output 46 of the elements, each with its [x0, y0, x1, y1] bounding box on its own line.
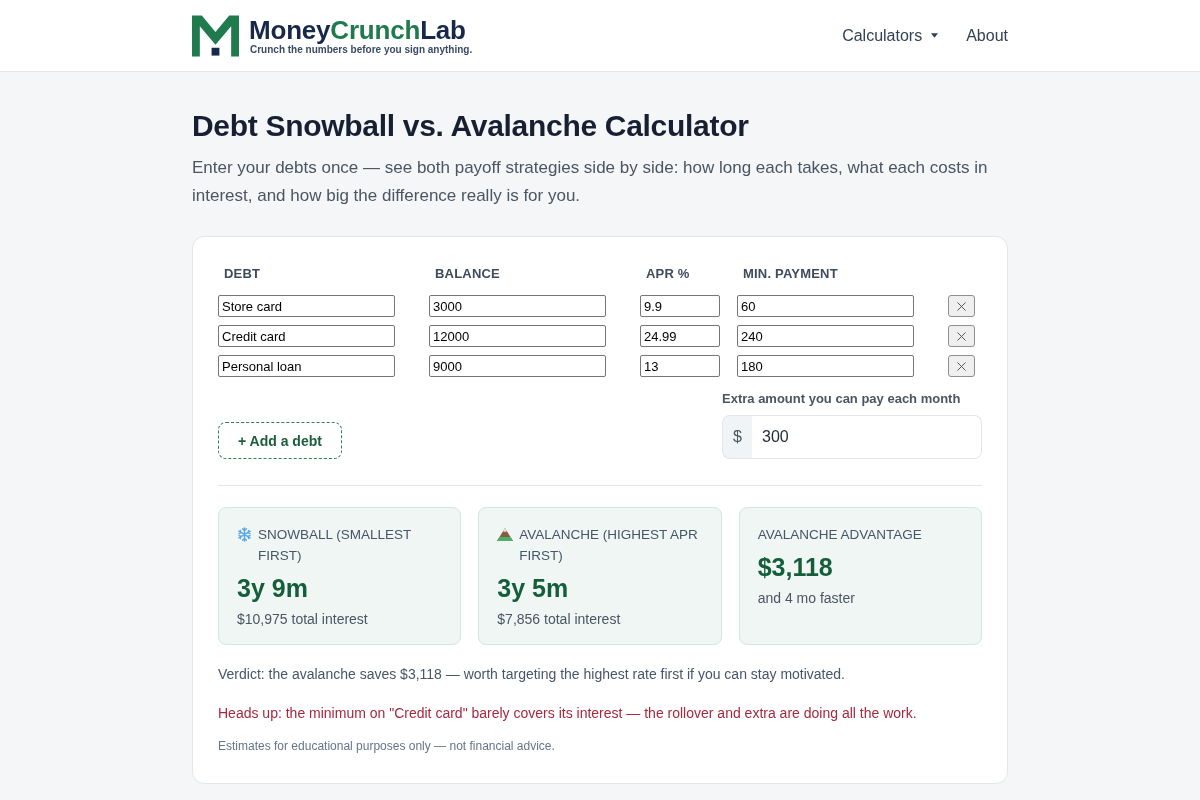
close-icon [957, 331, 966, 341]
result-value: 3y 5m [497, 573, 570, 604]
result-detail: and 4 mo faster [757, 589, 856, 608]
result-detail: $10,975 total interest [237, 610, 369, 629]
min-payment-field[interactable]: 240 [737, 325, 914, 347]
verdict-message: Verdict: the avalanche saves $3,118 — worth targeting the highest rate first if you can stay motivated. [218, 665, 846, 684]
mountain-icon [497, 527, 514, 541]
result-label: AVALANCHE ADVANTAGE [757, 526, 922, 544]
result-value: 3y 9m [237, 573, 309, 604]
apr-field[interactable]: 24.99 [640, 325, 720, 347]
nav-link[interactable]: About [966, 26, 1008, 45]
result-detail: $7,856 total interest [497, 610, 622, 629]
apr-field[interactable]: 9.9 [640, 295, 720, 317]
snowflake-icon [237, 527, 252, 542]
logo-icon[interactable] [192, 14, 239, 57]
column-header: MIN. PAYMENT [742, 265, 839, 281]
result-value: $3,118 [757, 552, 834, 583]
remove-button[interactable] [948, 325, 975, 347]
nav-dropdown[interactable]: Calculators [842, 26, 939, 45]
result-label: SNOWBALL (SMALLEST FIRST) [258, 526, 413, 565]
debt-name-field[interactable]: Credit card [218, 325, 395, 347]
close-icon [957, 301, 966, 311]
disclaimer: Estimates for educational purposes only — not financial advice. [218, 738, 556, 755]
result-label: AVALANCHE (HIGHEST APR FIRST) [519, 526, 699, 565]
debt-name-field[interactable]: Store card [218, 295, 395, 317]
add-debt-button[interactable]: + Add a debt [218, 422, 342, 459]
min-payment-field[interactable]: 60 [737, 295, 914, 317]
column-header: APR % [645, 265, 691, 281]
column-header: BALANCE [434, 265, 501, 281]
remove-button[interactable] [948, 355, 975, 377]
extra-amount-label: Extra amount you can pay each month [722, 391, 962, 407]
tagline: Crunch the numbers before you sign anything. [250, 43, 473, 56]
brand-name[interactable]: MoneyCrunchLab [249, 15, 473, 44]
balance-field[interactable]: 12000 [429, 325, 606, 347]
page-title: Debt Snowball vs. Avalanche Calculator [192, 108, 750, 144]
apr-field[interactable]: 13 [640, 355, 720, 377]
close-icon [957, 361, 966, 371]
debt-name-field[interactable]: Personal loan [218, 355, 395, 377]
column-header: DEBT [223, 265, 262, 281]
balance-field[interactable]: 9000 [429, 355, 606, 377]
warning-message: Heads up: the minimum on "Credit card" barely covers its interest — the rollover and extra are doing all the work. [218, 704, 918, 723]
caret-icon [931, 33, 939, 38]
min-payment-field[interactable]: 180 [737, 355, 914, 377]
page-intro: Enter your debts once — see both payoff strategies side by side: how long each takes, what each costs in interest, and how big the difference really is for you. [192, 157, 989, 207]
balance-field[interactable]: 3000 [429, 295, 606, 317]
remove-button[interactable] [948, 295, 975, 317]
